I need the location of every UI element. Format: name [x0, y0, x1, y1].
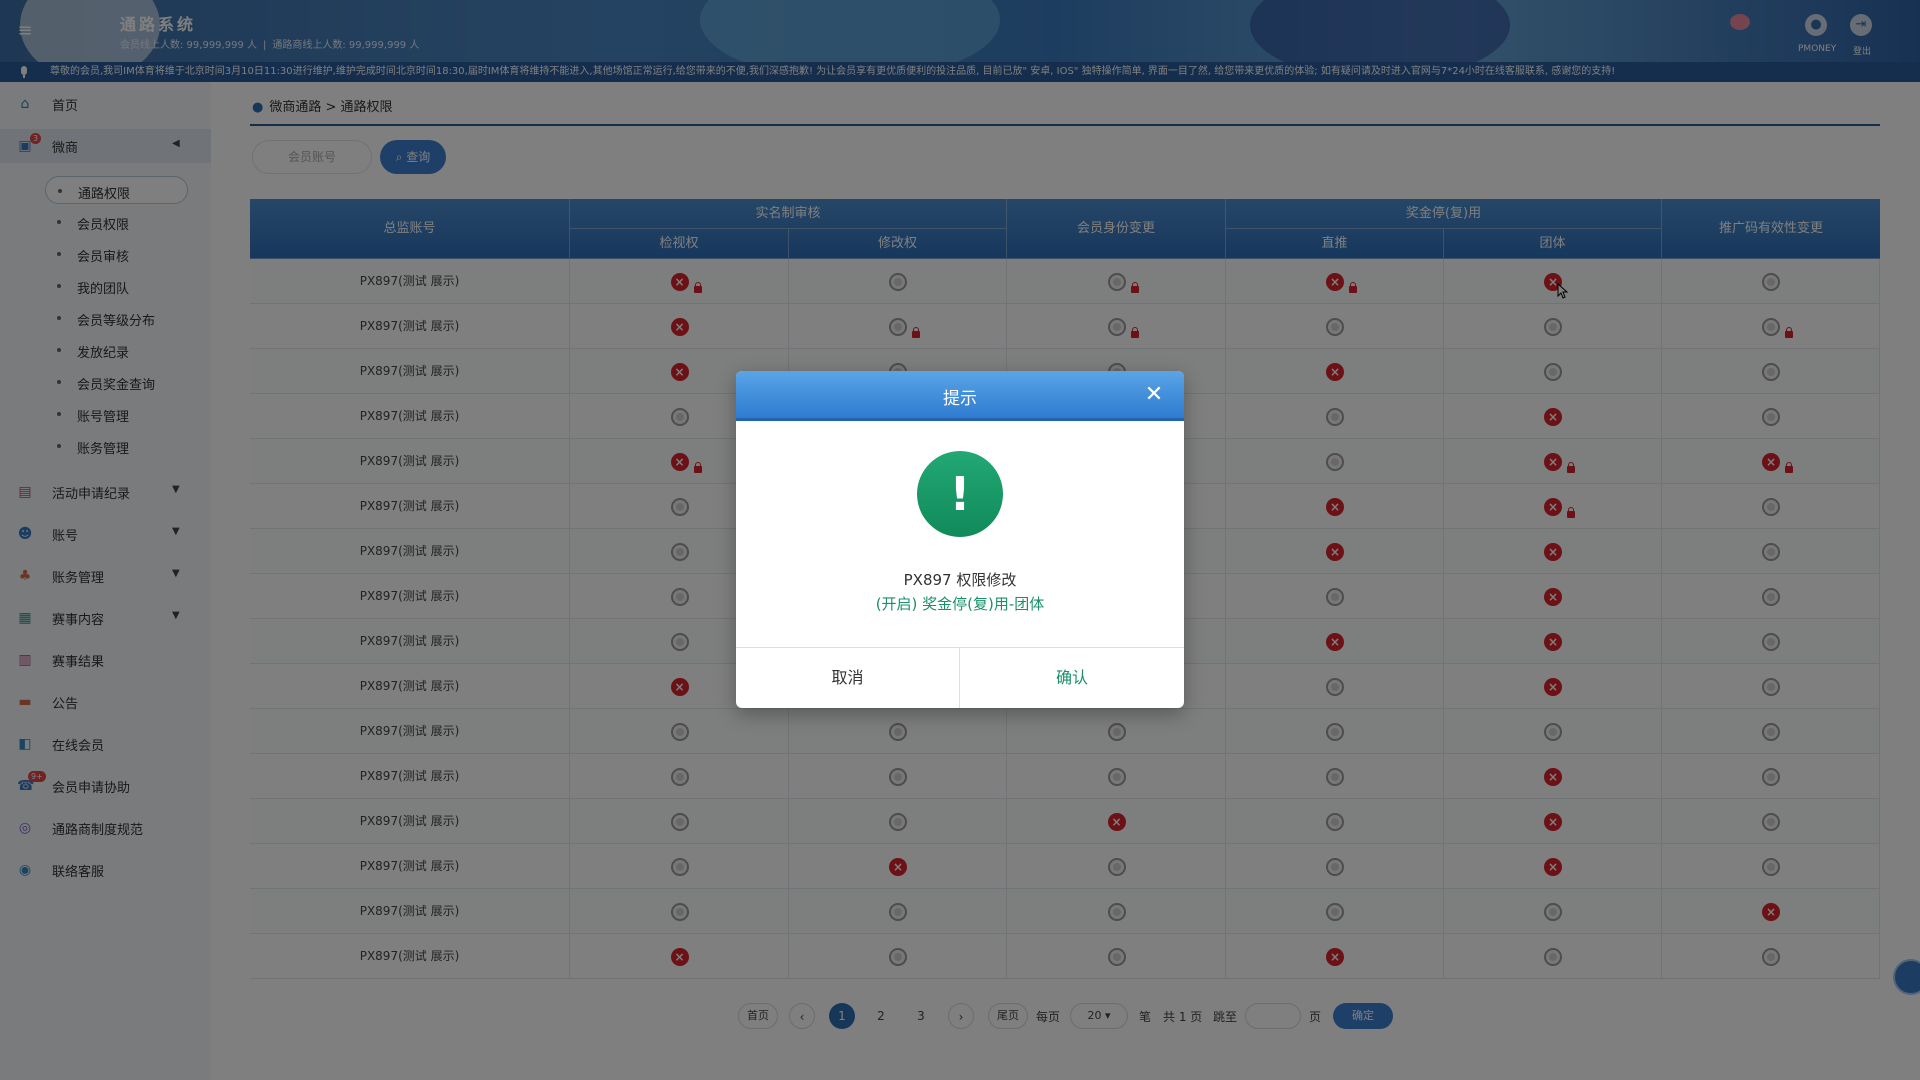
- dialog-message: PX897 权限修改: [903, 571, 1017, 589]
- confirm-button[interactable]: 确认: [960, 648, 1184, 708]
- confirm-dialog: 提示 ✕ ! PX897 权限修改 (开启) 奖金停(复)用-团体 取消 确认: [736, 371, 1184, 708]
- close-icon[interactable]: ✕: [1142, 383, 1166, 407]
- exclamation-icon: !: [917, 451, 1003, 537]
- dialog-footer: 取消 确认: [736, 647, 1184, 708]
- cancel-button[interactable]: 取消: [736, 648, 960, 708]
- dialog-header: 提示 ✕: [736, 371, 1184, 421]
- dialog-title: 提示: [943, 389, 977, 409]
- dialog-detail: (开启) 奖金停(复)用-团体: [875, 595, 1045, 613]
